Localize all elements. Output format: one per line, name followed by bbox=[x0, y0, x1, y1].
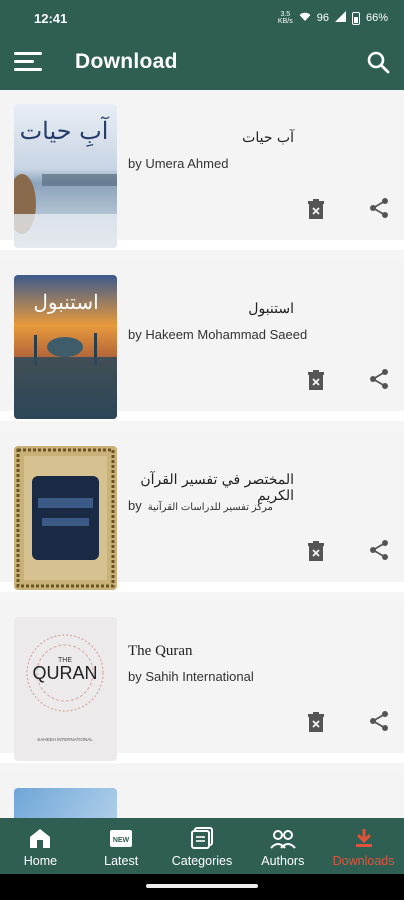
battery-icon bbox=[351, 11, 360, 25]
bottom-navigation: Home NEW Latest Categories Authors Downl… bbox=[0, 818, 404, 874]
net-speed: 3.5 KB/s bbox=[277, 11, 293, 25]
status-time: 12:41 bbox=[34, 10, 68, 26]
share-icon[interactable] bbox=[368, 197, 390, 219]
download-icon bbox=[355, 829, 372, 847]
book-author: by Sahih International bbox=[128, 669, 254, 684]
signal-strength: 96 bbox=[316, 12, 329, 24]
wifi-icon bbox=[299, 12, 311, 25]
nav-home[interactable]: Home bbox=[0, 818, 81, 874]
delete-icon[interactable] bbox=[307, 712, 325, 732]
nav-authors-label: Authors bbox=[261, 854, 305, 868]
book-author: by Umera Ahmed bbox=[128, 156, 229, 171]
share-icon[interactable] bbox=[368, 539, 390, 561]
status-indicators: 3.5 KB/s 96 66% bbox=[278, 11, 388, 25]
book-cover[interactable] bbox=[14, 446, 117, 590]
page-title: Download bbox=[75, 50, 178, 73]
svg-text:NEW: NEW bbox=[113, 837, 130, 844]
book-cover[interactable]: استنبول bbox=[14, 275, 117, 419]
list-item[interactable] bbox=[0, 774, 404, 818]
book-cover[interactable]: آبِ حیات bbox=[14, 104, 117, 248]
share-icon[interactable] bbox=[368, 368, 390, 390]
downloads-list: آبِ حیات آب حیات by Umera Ahmed استنبول … bbox=[0, 90, 404, 818]
nav-latest[interactable]: NEW Latest bbox=[81, 818, 162, 874]
book-author-arabic: مركز تفسير للدراسات القرآنية bbox=[147, 502, 273, 513]
signal-icon bbox=[334, 11, 346, 25]
book-title: استنبول bbox=[248, 301, 294, 317]
cover-subtitle: SAHEEH INTERNATIONAL bbox=[37, 737, 93, 742]
nav-downloads-label: Downloads bbox=[332, 854, 395, 868]
book-author: by Hakeem Mohammad Saeed bbox=[128, 327, 308, 342]
delete-icon[interactable] bbox=[307, 370, 325, 390]
new-badge-icon: NEW bbox=[110, 830, 133, 847]
nav-home-label: Home bbox=[23, 854, 58, 868]
book-cover[interactable] bbox=[14, 788, 117, 818]
nav-categories-label: Categories bbox=[171, 854, 233, 868]
list-item[interactable]: THE QURAN SAHEEH INTERNATIONAL The Quran… bbox=[0, 603, 404, 763]
battery-percent: 66% bbox=[365, 12, 388, 24]
home-icon bbox=[30, 829, 51, 848]
search-icon[interactable] bbox=[366, 50, 390, 74]
nav-categories[interactable]: Categories bbox=[162, 818, 243, 874]
book-title: آب حیات bbox=[242, 130, 294, 146]
list-item[interactable]: آبِ حیات آب حیات by Umera Ahmed bbox=[0, 90, 404, 250]
share-icon[interactable] bbox=[368, 710, 390, 732]
system-gesture-area bbox=[0, 874, 404, 900]
delete-icon[interactable] bbox=[307, 199, 325, 219]
hamburger-menu-icon[interactable] bbox=[14, 52, 42, 72]
cover-title: QURAN bbox=[32, 663, 97, 683]
delete-icon[interactable] bbox=[307, 541, 325, 561]
nav-downloads[interactable]: Downloads bbox=[323, 818, 404, 874]
cover-title: آبِ حیات bbox=[20, 116, 110, 148]
categories-icon bbox=[190, 827, 213, 849]
authors-icon bbox=[270, 830, 296, 849]
book-cover[interactable]: THE QURAN SAHEEH INTERNATIONAL bbox=[14, 617, 117, 761]
app-bar: Download bbox=[0, 36, 404, 90]
gesture-handle[interactable] bbox=[146, 884, 258, 888]
list-item[interactable]: المختصر في تفسير القرآن الكريم by مركز تف… bbox=[0, 432, 404, 592]
nav-latest-label: Latest bbox=[104, 854, 139, 868]
status-bar: 12:41 3.5 KB/s 96 66% bbox=[0, 0, 404, 36]
book-author: by مركز تفسير للدراسات القرآنية bbox=[128, 498, 273, 513]
list-item[interactable]: استنبول استنبول by Hakeem Mohammad Saeed bbox=[0, 261, 404, 421]
book-title: The Quran bbox=[128, 643, 193, 659]
cover-title: استنبول bbox=[33, 290, 98, 314]
nav-authors[interactable]: Authors bbox=[242, 818, 323, 874]
